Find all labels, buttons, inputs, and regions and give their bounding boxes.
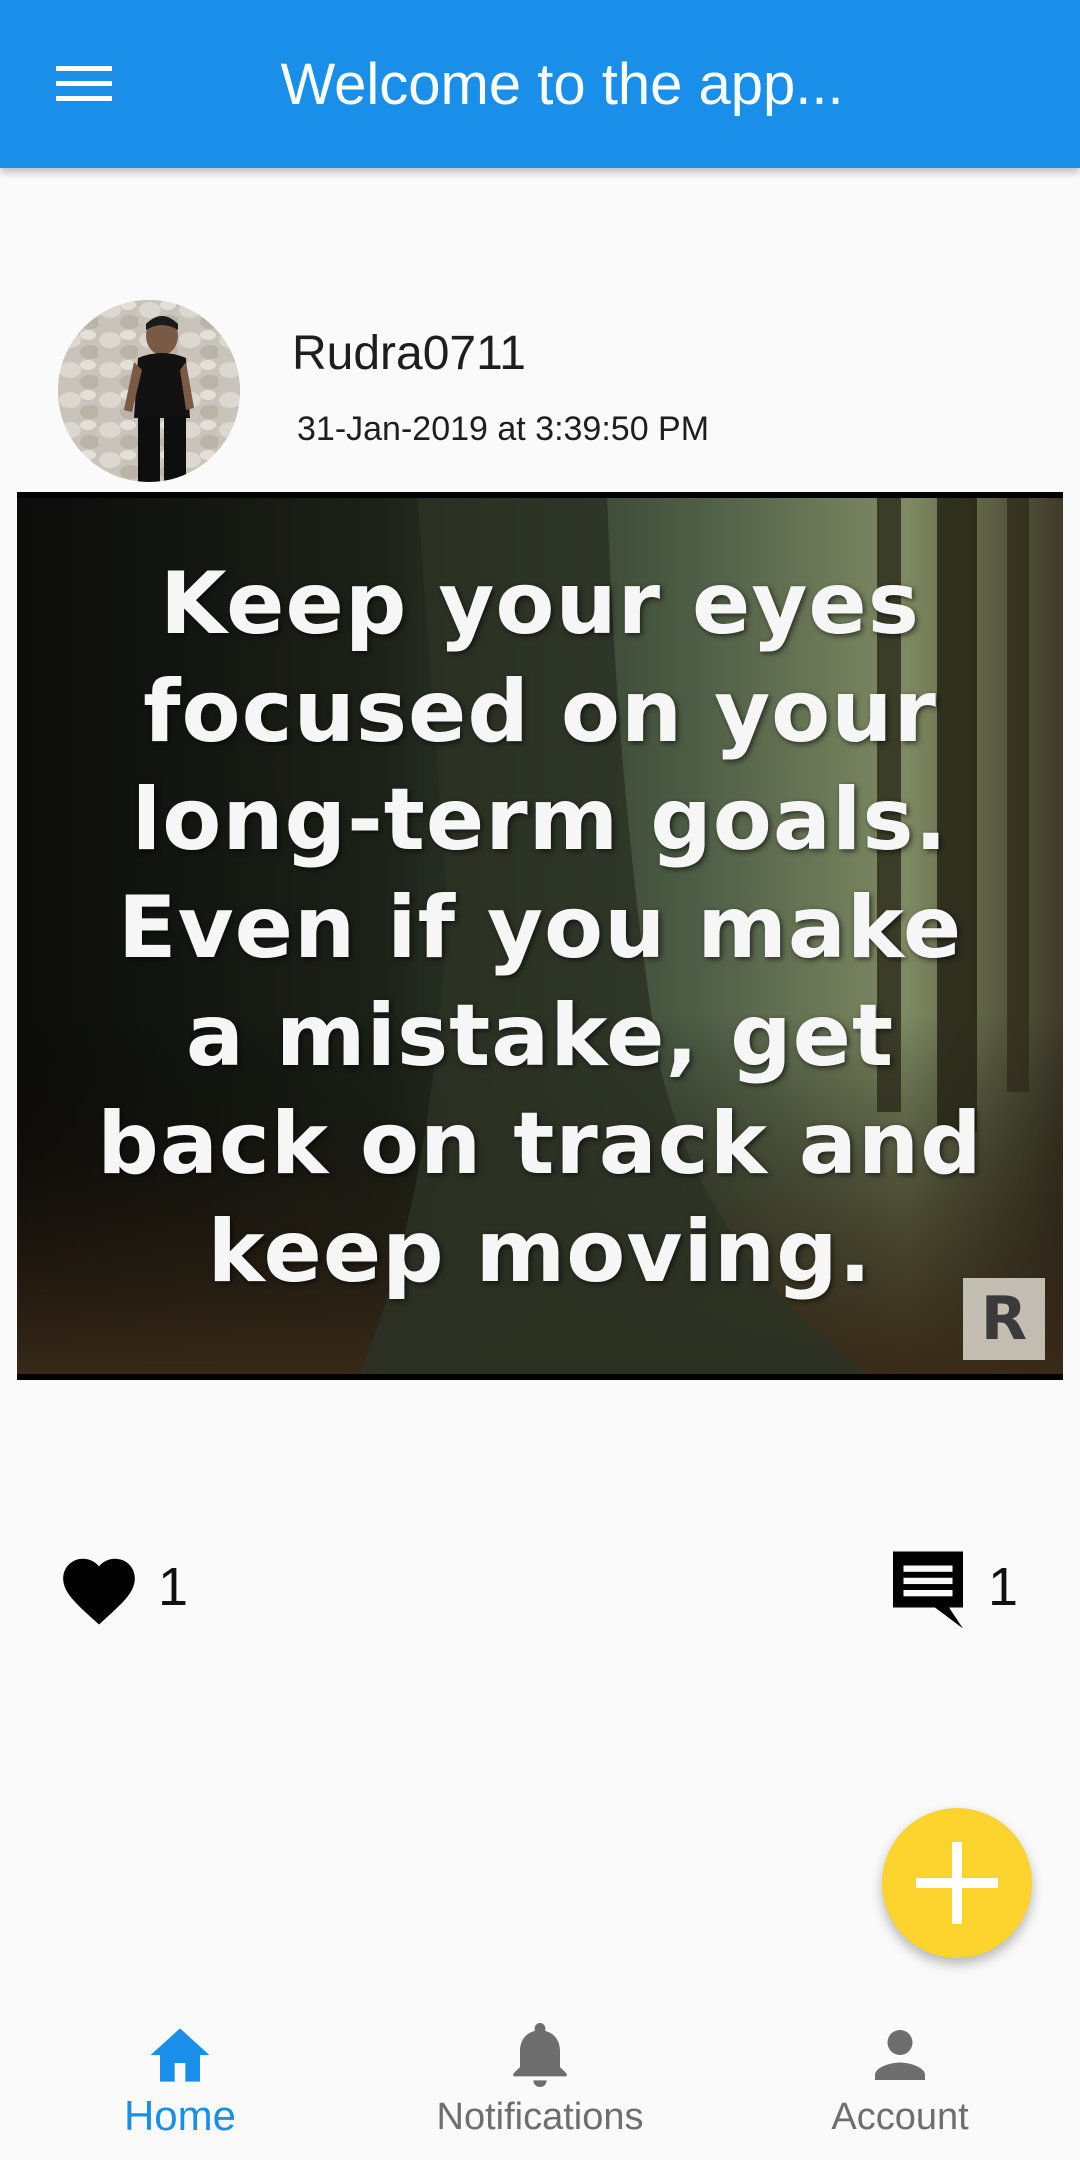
plus-icon — [916, 1842, 998, 1924]
post-header: Rudra0711 31-Jan-2019 at 3:39:50 PM — [0, 296, 1080, 486]
nav-label-account: Account — [831, 2096, 969, 2138]
bottom-navigation: Home Notifications Account — [0, 2000, 1080, 2160]
nav-label-home: Home — [123, 2092, 237, 2139]
post-image[interactable]: Keep your eyes focused on your long-term… — [17, 492, 1063, 1380]
nav-label-notifications: Notifications — [436, 2096, 644, 2138]
watermark-logo: R — [963, 1278, 1045, 1360]
post-timestamp: 31-Jan-2019 at 3:39:50 PM — [297, 410, 710, 448]
bell-icon — [513, 2023, 567, 2087]
nav-item-account[interactable]: Account — [720, 2000, 1080, 2160]
avatar[interactable] — [58, 300, 240, 482]
add-post-button[interactable] — [882, 1808, 1032, 1958]
comment-icon — [893, 1551, 963, 1629]
like-count: 1 — [158, 1557, 189, 1617]
nav-item-notifications[interactable]: Notifications — [360, 2000, 720, 2160]
comment-button[interactable] — [886, 1544, 970, 1636]
post-image-quote: Keep your eyes focused on your long-term… — [97, 554, 983, 1302]
post-username[interactable]: Rudra0711 — [292, 326, 526, 381]
avatar-image — [58, 300, 240, 482]
heart-icon — [63, 1558, 135, 1625]
like-button[interactable] — [56, 1548, 142, 1634]
comment-count: 1 — [988, 1557, 1019, 1617]
nav-item-home[interactable]: Home — [0, 2000, 360, 2160]
person-icon — [875, 2030, 925, 2080]
app-bar: Welcome to the app... — [0, 0, 1080, 168]
page-title: Welcome to the app... — [280, 52, 844, 117]
home-icon — [150, 2028, 210, 2082]
post-actions: 1 1 — [0, 1540, 1080, 1640]
